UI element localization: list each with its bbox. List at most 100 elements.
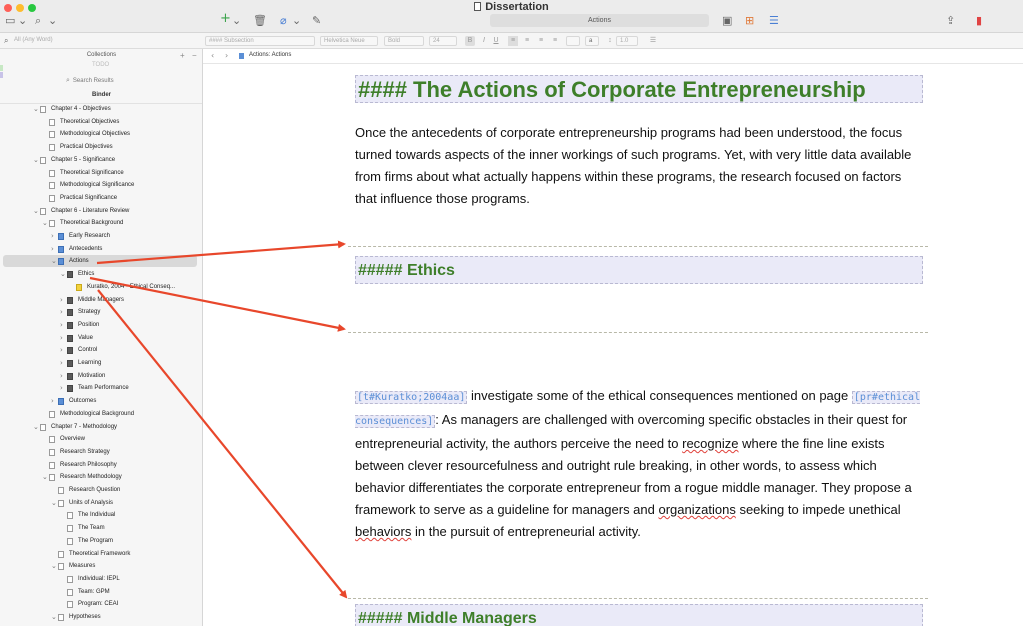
editor-pane[interactable]: #### The Actions of Corporate Entreprene… — [203, 64, 1023, 626]
binder-item[interactable]: Theoretical Objectives — [0, 116, 202, 128]
disclosure-open-icon[interactable]: ⌄ — [33, 205, 39, 217]
binder-item[interactable]: The Team — [0, 522, 202, 534]
binder-item[interactable]: Methodological Significance — [0, 179, 202, 191]
align-left-button[interactable]: ≡ — [508, 36, 518, 46]
bold-button[interactable]: B — [465, 36, 475, 46]
disclosure-closed-icon[interactable]: › — [60, 370, 63, 382]
binder-item[interactable]: ⌄ Chapter 6 - Literature Review — [0, 205, 202, 217]
disclosure-open-icon[interactable]: ⌄ — [51, 611, 57, 623]
heading-middle-managers[interactable]: ##### Middle Managers — [355, 604, 923, 626]
binder-item[interactable]: The Individual — [0, 509, 202, 521]
disclosure-closed-icon[interactable]: › — [60, 306, 63, 318]
binder-item[interactable]: › Middle Managers — [0, 294, 202, 306]
chevron-down-icon[interactable]: ⌄ — [232, 15, 241, 27]
font-weight-select[interactable]: Bold — [384, 36, 424, 46]
disclosure-closed-icon[interactable]: › — [51, 243, 54, 255]
binder-item[interactable]: ⌄ Chapter 7 - Methodology — [0, 421, 202, 433]
binder-item[interactable]: Practical Significance — [0, 192, 202, 204]
binder-item[interactable]: Program: CEAI — [0, 598, 202, 610]
list-icon[interactable]: ☰ — [646, 36, 660, 46]
italic-button[interactable]: I — [480, 36, 488, 46]
outline-icon[interactable]: ☰ — [769, 15, 779, 27]
binder-item[interactable]: Methodological Background — [0, 408, 202, 420]
binder-item[interactable]: ⌄ Theoretical Background — [0, 217, 202, 229]
collection-todo[interactable]: TODO — [92, 62, 109, 68]
binder-item[interactable]: › Value — [0, 332, 202, 344]
binder-item[interactable]: ⌄ Measures — [0, 560, 202, 572]
paragraph-ethics[interactable]: [t#Kuratko;2004aa] investigate some of t… — [355, 385, 925, 543]
underline-button[interactable]: U — [492, 36, 500, 46]
binder-item[interactable]: ⌄ Units of Analysis — [0, 497, 202, 509]
binder-item[interactable]: › Early Research — [0, 230, 202, 242]
binder-item[interactable]: › Team Performance — [0, 382, 202, 394]
binder-item[interactable]: Theoretical Significance — [0, 167, 202, 179]
binder-item[interactable]: ⌄ Chapter 4 - Objectives — [0, 103, 202, 115]
corkboard-icon[interactable]: ⊞ — [745, 15, 754, 27]
paragraph-intro[interactable]: Once the antecedents of corporate entrep… — [355, 122, 925, 210]
binder-item[interactable]: Team: GPM — [0, 586, 202, 598]
paragraph-style-select[interactable]: #### Subsection — [205, 36, 315, 46]
highlight-select[interactable]: a — [585, 36, 599, 46]
search-icon[interactable]: ⌕ — [35, 15, 41, 27]
disclosure-open-icon[interactable]: ⌄ — [42, 471, 48, 483]
misspelled-word[interactable]: recognize — [682, 436, 738, 451]
chevron-down-icon[interactable]: ⌄ — [18, 15, 27, 27]
disclosure-open-icon[interactable]: ⌄ — [33, 421, 39, 433]
disclosure-open-icon[interactable]: ⌄ — [51, 560, 57, 572]
binder-item[interactable]: ⌄ Actions — [3, 255, 197, 267]
citation-kuratko[interactable]: [t#Kuratko;2004aa] — [355, 391, 468, 404]
disclosure-closed-icon[interactable]: › — [60, 319, 63, 331]
binder-item[interactable]: Theoretical Framework — [0, 548, 202, 560]
collection-binder[interactable]: Binder — [0, 92, 202, 98]
binder-item[interactable]: Research Strategy — [0, 446, 202, 458]
sidebar-toggle-icon[interactable]: ▭ — [5, 15, 15, 27]
binder-item[interactable]: Practical Objectives — [0, 141, 202, 153]
disclosure-open-icon[interactable]: ⌄ — [42, 217, 48, 229]
binder-item[interactable]: Research Question — [0, 484, 202, 496]
disclosure-closed-icon[interactable]: › — [60, 382, 63, 394]
binder-item[interactable]: › Control — [0, 344, 202, 356]
binder-item[interactable]: ⌄ Research Methodology — [0, 471, 202, 483]
document-title-field[interactable]: Actions — [490, 14, 709, 27]
view-mode-icon[interactable]: ▣ — [722, 15, 732, 27]
disclosure-closed-icon[interactable]: › — [60, 344, 63, 356]
disclosure-open-icon[interactable]: ⌄ — [33, 154, 39, 166]
trash-icon[interactable]: 🗑 — [253, 15, 267, 27]
chevron-down-icon[interactable]: ⌄ — [48, 15, 57, 27]
breadcrumb[interactable]: Actions: Actions — [249, 52, 291, 58]
font-family-select[interactable]: Helvetica Neue — [320, 36, 378, 46]
binder-item[interactable]: › Learning — [0, 357, 202, 369]
add-icon[interactable]: + — [220, 12, 231, 25]
binder-item[interactable]: ⌄ Ethics — [0, 268, 202, 280]
binder-item[interactable]: › Antecedents — [0, 243, 202, 255]
disclosure-open-icon[interactable]: ⌄ — [51, 497, 57, 509]
heading-actions[interactable]: #### The Actions of Corporate Entreprene… — [355, 75, 923, 103]
binder-item[interactable]: The Program — [0, 535, 202, 547]
binder-item[interactable]: › Position — [0, 319, 202, 331]
disclosure-closed-icon[interactable]: › — [60, 357, 63, 369]
line-spacing-select[interactable]: 1.0 — [616, 36, 638, 46]
binder-item[interactable]: ⌄ Chapter 5 - Significance — [0, 154, 202, 166]
search-input[interactable]: ⌕ All (Any Word) — [3, 35, 200, 46]
binder-item[interactable]: › Motivation — [0, 370, 202, 382]
paperclip-icon[interactable]: ⌀ — [280, 15, 287, 27]
remove-collection-button[interactable]: − — [192, 51, 197, 60]
disclosure-open-icon[interactable]: ⌄ — [60, 268, 66, 280]
misspelled-word[interactable]: organizations — [659, 502, 736, 517]
back-icon[interactable]: ‹ — [211, 51, 214, 60]
binder-item[interactable]: › Outcomes — [0, 395, 202, 407]
bookmark-icon[interactable]: ▮ — [976, 15, 982, 27]
binder-item[interactable]: › Strategy — [0, 306, 202, 318]
disclosure-closed-icon[interactable]: › — [51, 395, 54, 407]
align-justify-button[interactable]: ≡ — [550, 36, 560, 46]
binder-item[interactable]: Kuratko, 2004 - Ethical Conseq... — [0, 281, 202, 293]
binder-item[interactable]: ⌄ Hypotheses — [0, 611, 202, 623]
disclosure-open-icon[interactable]: ⌄ — [51, 255, 57, 267]
disclosure-open-icon[interactable]: ⌄ — [33, 103, 39, 115]
binder-item[interactable]: Overview — [0, 433, 202, 445]
heading-ethics[interactable]: ##### Ethics — [355, 256, 923, 284]
align-right-button[interactable]: ≡ — [536, 36, 546, 46]
font-size-select[interactable]: 24 — [429, 36, 457, 46]
disclosure-closed-icon[interactable]: › — [60, 332, 63, 344]
chevron-down-icon[interactable]: ⌄ — [292, 15, 301, 27]
